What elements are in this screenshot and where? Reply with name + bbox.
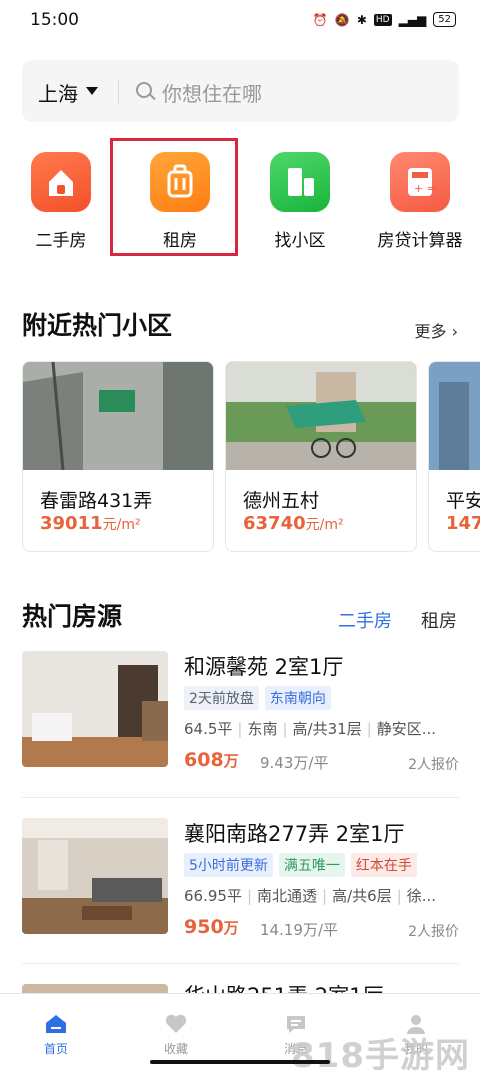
- listing-tag: 红本在手: [350, 853, 417, 877]
- heart-icon: [164, 1012, 188, 1036]
- listing-tag: 5小时前更新: [184, 853, 273, 877]
- status-bar: 15:00 ⏰ 🔕 ✱ HD ▂▄▆ 52: [0, 0, 480, 44]
- signal-4g-icon: ▂▄▆: [398, 12, 427, 27]
- entry-label: 房贷计算器: [377, 231, 463, 251]
- community-photo: [23, 362, 213, 471]
- community-photo: [226, 362, 416, 470]
- watermark: 818手游网: [291, 1036, 470, 1076]
- more-link[interactable]: 更多 ›: [414, 318, 458, 342]
- home-icon: [44, 1012, 68, 1036]
- listing-quotes: 2人报价: [408, 757, 459, 773]
- alarm-icon: ⏰: [312, 12, 328, 27]
- community-card[interactable]: 平安 147: [428, 361, 480, 552]
- listing-tags: 2天前放盘 东南朝向: [184, 686, 331, 710]
- calculator-icon: + =: [390, 152, 450, 212]
- community-price: 147: [446, 513, 480, 534]
- listing-item[interactable]: 襄阳南路277弄 2室1厅 5小时前更新 满五唯一 红本在手 66.95平 | 南北…: [22, 818, 459, 940]
- listing-photo: [22, 818, 168, 934]
- community-photo: [429, 362, 480, 470]
- entry-second-hand[interactable]: 二手房: [6, 152, 116, 251]
- hd-icon: HD: [373, 13, 392, 26]
- listing-tag: 满五唯一: [278, 853, 345, 877]
- status-icons: ⏰ 🔕 ✱ HD ▂▄▆ 52: [313, 12, 456, 27]
- listing-title: 襄阳南路277弄 2室1厅: [184, 822, 405, 846]
- city-selector[interactable]: 上海: [38, 78, 78, 107]
- nav-label: 首页: [43, 1042, 68, 1056]
- entry-find-community[interactable]: 找小区: [245, 152, 355, 251]
- listing-attributes: 64.5平 | 东南 | 高/共31层 | 静安区...: [184, 720, 437, 738]
- status-time: 15:00: [30, 10, 79, 30]
- community-card[interactable]: 春雷路431弄 39011元/m²: [22, 361, 214, 552]
- listing-price: 950万: [184, 916, 239, 938]
- entry-label: 找小区: [274, 231, 326, 251]
- listing-unit-price: 14.19万/平: [260, 921, 338, 939]
- community-price: 63740元/m²: [243, 513, 344, 534]
- search-bar[interactable]: 上海 你想住在哪: [22, 60, 459, 122]
- listing-tag: 东南朝向: [264, 686, 331, 710]
- nav-home[interactable]: 首页: [16, 1012, 96, 1057]
- listing-attributes: 66.95平 | 南北通透 | 高/共6层 | 徐...: [184, 887, 437, 905]
- chevron-down-icon[interactable]: [86, 87, 98, 95]
- listing-item[interactable]: 和源馨苑 2室1厅 2天前放盘 东南朝向 64.5平 | 东南 | 高/共31层 | 静安区…: [22, 651, 459, 773]
- section-title-hot: 热门房源: [22, 602, 123, 631]
- listing-quotes: 2人报价: [408, 924, 459, 940]
- community-price: 39011元/m²: [40, 513, 141, 534]
- divider: [22, 797, 459, 798]
- community-name: 春雷路431弄: [40, 490, 153, 512]
- divider: [22, 963, 459, 964]
- listing-price: 608万: [184, 749, 239, 771]
- community-name: 德州五村: [243, 490, 320, 512]
- svg-text:+ =: + =: [414, 182, 436, 195]
- section-title-nearby: 附近热门小区: [22, 311, 173, 340]
- listing-title: 和源馨苑 2室1厅: [184, 655, 344, 679]
- search-icon: [136, 82, 152, 98]
- more-label: 更多: [414, 322, 447, 341]
- tab-rent[interactable]: 租房: [421, 607, 457, 633]
- listing-tag: 2天前放盘: [184, 686, 259, 710]
- nav-label: 收藏: [163, 1042, 188, 1056]
- house-icon: [31, 152, 91, 212]
- community-card[interactable]: 德州五村 63740元/m²: [225, 361, 417, 552]
- battery-icon: 52: [433, 12, 456, 27]
- entry-label: 二手房: [35, 231, 87, 251]
- search-divider: [118, 80, 119, 104]
- highlight-box: [110, 138, 238, 256]
- listing-unit-price: 9.43万/平: [260, 754, 329, 772]
- listing-photo: [22, 651, 168, 767]
- search-input[interactable]: 你想住在哪: [162, 78, 262, 107]
- listing-tags: 5小时前更新 满五唯一 红本在手: [184, 853, 417, 877]
- entry-mortgage-calculator[interactable]: + = 房贷计算器: [365, 152, 475, 251]
- chevron-right-icon: ›: [451, 322, 458, 341]
- tab-second-hand[interactable]: 二手房: [338, 607, 392, 633]
- mute-icon: 🔕: [334, 12, 350, 27]
- home-indicator[interactable]: [150, 1060, 330, 1064]
- bluetooth-icon: ✱: [356, 12, 367, 27]
- community-name: 平安: [446, 490, 480, 512]
- nav-favorites[interactable]: 收藏: [136, 1012, 216, 1057]
- building-icon: [270, 152, 330, 212]
